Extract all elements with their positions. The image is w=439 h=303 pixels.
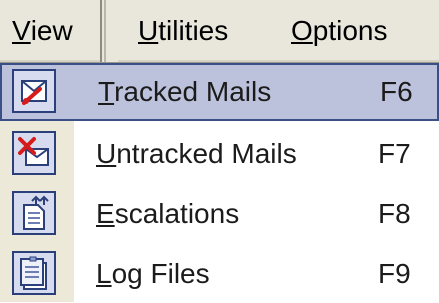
menu-item-shortcut: F8 (378, 198, 411, 229)
menu-utilities-mnemonic: U (138, 15, 159, 46)
menu-item-label: Log Files (96, 258, 210, 290)
tracked-mails-icon (12, 69, 56, 113)
menu-item-text: og Files (111, 258, 210, 289)
menu-item-text: racked Mails (114, 76, 272, 107)
menu-item-shortcut: F7 (378, 138, 411, 169)
untracked-mails-icon (12, 131, 56, 175)
menu-item-mnemonic: T (98, 76, 115, 107)
menu-view[interactable]: View (0, 0, 100, 62)
menu-options-mnemonic: O (291, 15, 313, 46)
view-dropdown-menu: Tracked Mails F6 Untracked Mails F7 Esca… (0, 62, 439, 303)
menu-item-mnemonic: L (96, 258, 112, 289)
menu-item-text: scalations (114, 198, 240, 229)
menu-item-label: Escalations (96, 198, 239, 230)
menu-options-label: ptions (312, 15, 388, 46)
menu-item-mnemonic: U (96, 138, 117, 169)
menu-view-label: iew (30, 15, 73, 46)
log-files-icon (12, 251, 56, 295)
menu-utilities[interactable]: Utilities (138, 0, 228, 62)
menu-item-shortcut: F6 (380, 76, 413, 107)
menu-item-untracked-mails[interactable]: Untracked Mails F7 (0, 125, 439, 183)
menu-item-text: ntracked Mails (116, 138, 297, 169)
menu-item-log-files[interactable]: Log Files F9 (0, 245, 439, 303)
menu-options[interactable]: Options (291, 0, 388, 62)
menu-view-mnemonic: V (12, 15, 31, 46)
menu-item-shortcut: F9 (378, 258, 411, 289)
menu-item-label: Tracked Mails (98, 76, 271, 108)
menu-item-mnemonic: E (96, 198, 115, 229)
menu-item-escalations[interactable]: Escalations F8 (0, 185, 439, 243)
menu-utilities-label: tilities (158, 15, 229, 46)
menu-item-label: Untracked Mails (96, 138, 297, 170)
menu-item-tracked-mails[interactable]: Tracked Mails F6 (0, 63, 439, 121)
menubar-separator (100, 0, 118, 62)
menu-bar: View Utilities Options (0, 0, 439, 62)
escalations-icon (12, 191, 56, 235)
